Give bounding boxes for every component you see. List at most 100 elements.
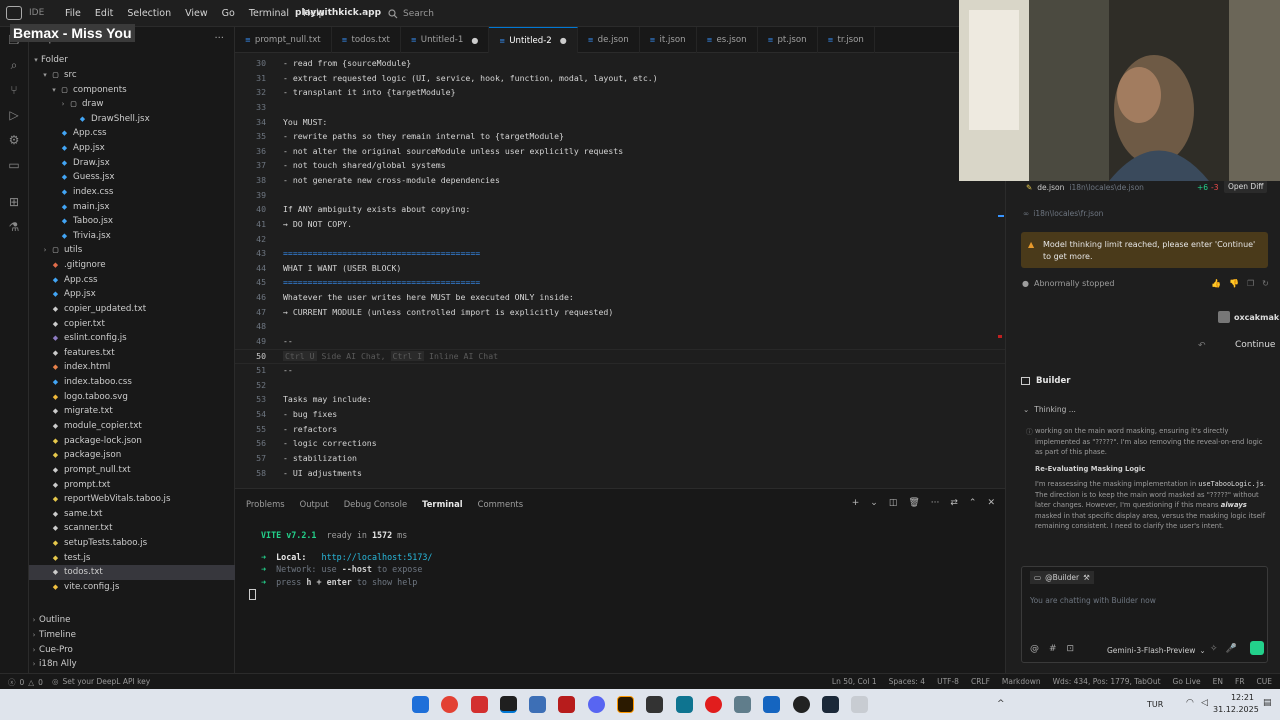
tree-folder[interactable]: › ▢ draw bbox=[29, 97, 235, 112]
record-icon[interactable] bbox=[705, 696, 722, 713]
tree-file[interactable]: ◆ todos.txt bbox=[29, 565, 235, 580]
tab-output[interactable]: Output bbox=[300, 499, 329, 509]
tree-file[interactable]: ◆ main.jsx bbox=[29, 199, 235, 214]
open-diff-button[interactable]: Open Diff bbox=[1224, 180, 1268, 193]
tree-file[interactable]: ◆ App.css bbox=[29, 126, 235, 141]
status-item[interactable]: UTF-8 bbox=[937, 677, 959, 686]
editor-tab[interactable]: ≡ pt.json bbox=[758, 27, 818, 53]
app-icon[interactable] bbox=[646, 696, 663, 713]
status-item[interactable]: Markdown bbox=[1002, 677, 1041, 686]
tree-file[interactable]: ◆ logo.taboo.svg bbox=[29, 389, 235, 404]
chevron-down-icon[interactable]: ⌄ bbox=[870, 498, 878, 508]
editor-tab[interactable]: ≡ Untitled-1 ● bbox=[401, 27, 490, 53]
filezilla-icon[interactable] bbox=[558, 696, 575, 713]
tree-file[interactable]: ◆ test.js bbox=[29, 550, 235, 565]
tree-file[interactable]: ◆ Trivia.jsx bbox=[29, 229, 235, 244]
app-icon[interactable] bbox=[529, 696, 546, 713]
section-cue-pro[interactable]: › Cue-Pro bbox=[29, 643, 235, 658]
tree-file[interactable]: ◆ copier_updated.txt bbox=[29, 302, 235, 317]
status-item[interactable]: FR bbox=[1235, 677, 1245, 686]
problems-status[interactable]: ⓧ 0 △ 0 bbox=[8, 677, 43, 688]
editor-tab[interactable]: ≡ tr.json bbox=[818, 27, 875, 53]
deepl-status[interactable]: ◎ Set your DeepL API key bbox=[52, 677, 150, 686]
settings-icon[interactable]: ⚙ bbox=[7, 133, 21, 147]
menu-go[interactable]: Go bbox=[215, 8, 242, 19]
close-icon[interactable]: ✕ bbox=[987, 498, 995, 508]
status-item[interactable]: Wds: 434, Pos: 1779, TabOut bbox=[1053, 677, 1161, 686]
section-timeline[interactable]: › Timeline bbox=[29, 628, 235, 643]
command-search[interactable]: Search bbox=[384, 5, 944, 22]
tree-file[interactable]: ◆ App.jsx bbox=[29, 287, 235, 302]
app-icon[interactable] bbox=[676, 696, 693, 713]
more-actions-icon[interactable]: ··· bbox=[931, 498, 940, 508]
obs-icon[interactable] bbox=[793, 696, 810, 713]
tree-file[interactable]: ◆ same.txt bbox=[29, 507, 235, 522]
tree-folder[interactable]: › ▢ utils bbox=[29, 243, 235, 258]
editor-tab[interactable]: ≡ de.json bbox=[578, 27, 640, 53]
tree-folder[interactable]: ▾ ▢ components bbox=[29, 82, 235, 97]
tree-file[interactable]: ◆ prompt.txt bbox=[29, 477, 235, 492]
tree-file[interactable]: ◆ module_copier.txt bbox=[29, 419, 235, 434]
status-item[interactable]: Ln 50, Col 1 bbox=[832, 677, 877, 686]
explorer-icon[interactable] bbox=[734, 696, 751, 713]
editor-tab[interactable]: ≡ Untitled-2 ● bbox=[489, 27, 578, 53]
trash-icon[interactable]: 🗑 bbox=[908, 498, 919, 508]
tree-file[interactable]: ◆ App.jsx bbox=[29, 141, 235, 156]
tree-root[interactable]: ▾ Folder bbox=[29, 53, 235, 68]
illustrator-icon[interactable] bbox=[617, 696, 634, 713]
split-terminal-icon[interactable]: ◫ bbox=[889, 498, 898, 508]
ide-icon[interactable] bbox=[500, 696, 517, 713]
tab-debug-console[interactable]: Debug Console bbox=[344, 499, 407, 509]
volume-icon[interactable]: ◁ bbox=[1201, 698, 1208, 708]
tree-file[interactable]: ◆ package.json bbox=[29, 448, 235, 463]
local-url-link[interactable]: http://localhost:5173/ bbox=[322, 552, 433, 562]
mention-icon[interactable]: @ bbox=[1030, 644, 1039, 654]
vivaldi-icon[interactable] bbox=[471, 696, 488, 713]
clock-time[interactable]: 12:21 bbox=[1230, 693, 1254, 702]
chrome-icon[interactable] bbox=[441, 696, 458, 713]
send-button[interactable] bbox=[1250, 641, 1264, 655]
clock-date[interactable]: 31.12.2025 bbox=[1213, 705, 1259, 714]
tree-file[interactable]: ◆ migrate.txt bbox=[29, 404, 235, 419]
undo-icon[interactable]: ↶ bbox=[1198, 341, 1206, 351]
tree-file[interactable]: ◆ index.taboo.css bbox=[29, 375, 235, 390]
menu-terminal[interactable]: Terminal bbox=[242, 8, 296, 19]
source-control-icon[interactable]: ⑂ bbox=[7, 83, 21, 97]
editor-tab[interactable]: ≡ todos.txt bbox=[332, 27, 401, 53]
chevron-down-icon[interactable]: ⌄ bbox=[361, 8, 368, 17]
retry-icon[interactable]: ↻ bbox=[1262, 279, 1269, 288]
testing-icon[interactable]: ⚗ bbox=[7, 220, 21, 234]
status-item[interactable]: Go Live bbox=[1173, 677, 1201, 686]
status-item[interactable]: Spaces: 4 bbox=[889, 677, 925, 686]
tree-file[interactable]: ◆ setupTests.taboo.js bbox=[29, 536, 235, 551]
thumbs-down-icon[interactable]: 👎 bbox=[1229, 279, 1239, 288]
editor-tab[interactable]: ≡ es.json bbox=[697, 27, 758, 53]
status-item[interactable]: EN bbox=[1213, 677, 1223, 686]
chevron-up-icon[interactable]: ^ bbox=[997, 699, 1005, 709]
tree-file[interactable]: ◆ copier.txt bbox=[29, 316, 235, 331]
tab-comments[interactable]: Comments bbox=[478, 499, 523, 509]
status-item[interactable]: CUE bbox=[1257, 677, 1272, 686]
tree-file[interactable]: ◆ features.txt bbox=[29, 346, 235, 361]
tree-file[interactable]: ◆ Draw.jsx bbox=[29, 155, 235, 170]
tree-file[interactable]: ◆ index.html bbox=[29, 360, 235, 375]
vpn-icon[interactable] bbox=[763, 696, 780, 713]
more-actions-icon[interactable]: ··· bbox=[214, 33, 224, 44]
file-reference[interactable]: ∞ i18n\locales\fr.json bbox=[1023, 209, 1103, 218]
menu-selection[interactable]: Selection bbox=[120, 8, 178, 19]
agent-chip[interactable]: ▭ @Builder ⚒ bbox=[1030, 571, 1094, 584]
discord-icon[interactable] bbox=[588, 696, 605, 713]
steam-icon[interactable] bbox=[822, 696, 839, 713]
copy-icon[interactable]: ❐ bbox=[1247, 279, 1254, 288]
editor-tab[interactable]: ≡ it.json bbox=[640, 27, 697, 53]
thinking-toggle[interactable]: ⌄ Thinking ... bbox=[1023, 405, 1076, 414]
tab-problems[interactable]: Problems bbox=[246, 499, 285, 509]
maximize-panel-icon[interactable]: ⌃ bbox=[969, 498, 977, 508]
menu-view[interactable]: View bbox=[178, 8, 215, 19]
settings-icon[interactable] bbox=[851, 696, 868, 713]
tree-file[interactable]: ◆ package-lock.json bbox=[29, 433, 235, 448]
tree-file[interactable]: ◆ prompt_null.txt bbox=[29, 463, 235, 478]
tree-file[interactable]: ◆ Guess.jsx bbox=[29, 170, 235, 185]
section-i18n-ally[interactable]: › i18n Ally bbox=[29, 657, 235, 672]
unsaved-dot-icon[interactable]: ● bbox=[560, 36, 567, 45]
